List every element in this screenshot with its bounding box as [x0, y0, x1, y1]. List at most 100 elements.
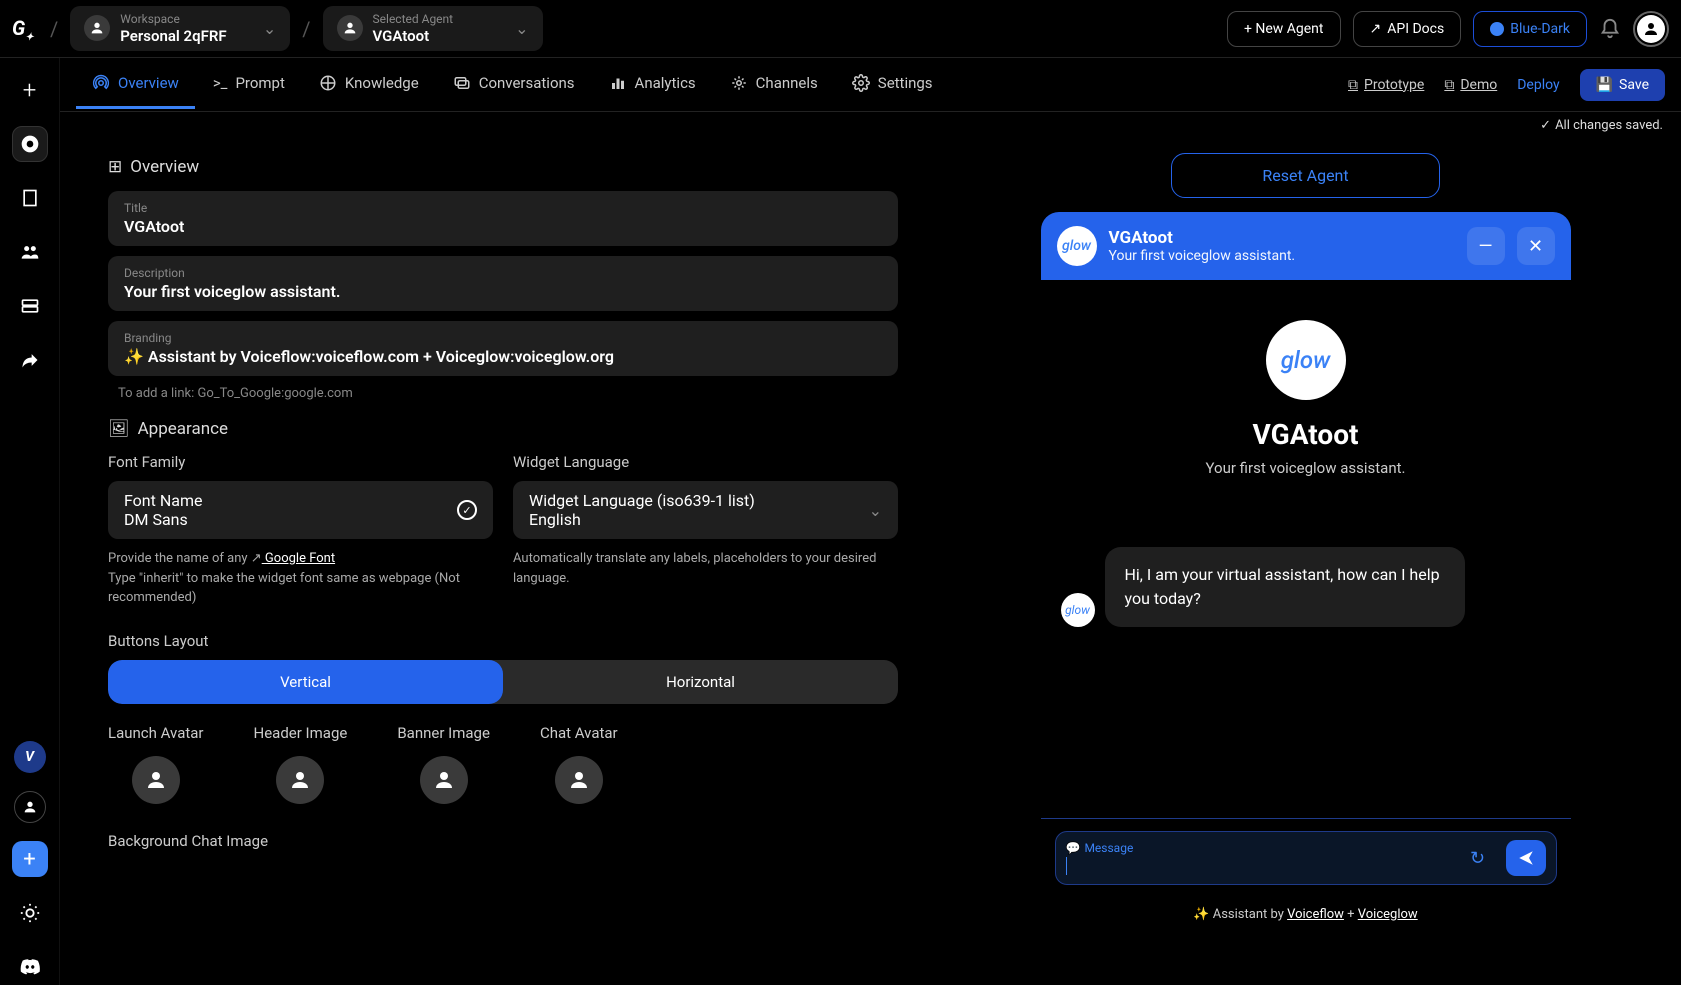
- appearance-heading: 🖼Appearance: [108, 419, 898, 439]
- text-cursor: [1066, 857, 1067, 875]
- chevron-down-icon: ⌄: [869, 501, 882, 520]
- branding-hint: To add a link: Go_To_Google:google.com: [118, 386, 898, 401]
- widget-language-field[interactable]: Widget Language (iso639-1 list) English …: [513, 481, 898, 539]
- chat-widget: glow VGAtoot Your first voiceglow assist…: [1041, 212, 1571, 932]
- glow-logo-large: glow: [1266, 320, 1346, 400]
- minimize-button[interactable]: —: [1467, 227, 1505, 265]
- terminal-icon: >_: [213, 74, 228, 92]
- tab-analytics[interactable]: Analytics: [593, 60, 712, 109]
- tab-channels[interactable]: Channels: [714, 60, 834, 109]
- chevron-down-icon: ⌄: [263, 19, 276, 38]
- user-icon: [84, 15, 110, 41]
- sidebar-item-building[interactable]: [12, 180, 48, 216]
- tab-knowledge[interactable]: Knowledge: [303, 60, 435, 109]
- save-status: ✓All changes saved.: [60, 112, 1681, 139]
- buttons-layout-heading: Buttons Layout: [108, 632, 898, 650]
- widget-language-heading: Widget Language: [513, 453, 898, 471]
- new-agent-button[interactable]: + New Agent: [1227, 11, 1341, 47]
- close-button[interactable]: ✕: [1517, 227, 1555, 265]
- voiceglow-link[interactable]: Voiceglow: [1358, 907, 1418, 922]
- notifications-icon[interactable]: [1599, 18, 1621, 40]
- external-icon: ⧉: [1444, 77, 1454, 93]
- external-icon: ⧉: [1348, 77, 1358, 93]
- google-font-link[interactable]: Google Font: [262, 551, 335, 566]
- banner-image-label: Banner Image: [397, 724, 490, 742]
- widget-subtitle: Your first voiceglow assistant.: [1109, 248, 1455, 264]
- tab-prompt[interactable]: >_Prompt: [197, 60, 301, 109]
- sidebar-item-users[interactable]: [12, 234, 48, 270]
- sidebar-item-discord[interactable]: [12, 949, 48, 985]
- widget-input-area: 💬Message ↻: [1041, 818, 1571, 897]
- workspace-selector[interactable]: Workspace Personal 2qFRF ⌄: [70, 6, 290, 50]
- save-button[interactable]: 💾Save: [1580, 69, 1665, 101]
- launch-avatar-label: Launch Avatar: [108, 724, 204, 742]
- sidebar-item-voiceflow[interactable]: V: [14, 741, 46, 773]
- tab-overview[interactable]: Overview: [76, 60, 195, 109]
- prototype-link[interactable]: ⧉Prototype: [1348, 77, 1424, 93]
- api-docs-button[interactable]: ↗ API Docs: [1353, 11, 1462, 47]
- launch-avatar-upload[interactable]: [132, 756, 180, 804]
- share-icon: ↗: [1370, 21, 1382, 37]
- font-help: Provide the name of any ↗ Google Font Ty…: [108, 549, 493, 608]
- theme-button[interactable]: Blue-Dark: [1473, 11, 1587, 47]
- image-icon: 🖼: [108, 419, 130, 439]
- chat-icon: 💬: [1066, 841, 1081, 855]
- tab-settings[interactable]: Settings: [836, 60, 949, 109]
- demo-link[interactable]: ⧉Demo: [1444, 77, 1497, 93]
- widget-title: VGAtoot: [1109, 228, 1455, 248]
- user-icon: [337, 15, 363, 41]
- header-image-upload[interactable]: [276, 756, 324, 804]
- check-circle-icon: ✓: [457, 500, 477, 520]
- sidebar: + V +: [0, 58, 60, 985]
- refresh-icon[interactable]: ↻: [1460, 840, 1496, 876]
- title-field[interactable]: Title VGAtoot: [108, 191, 898, 246]
- send-button[interactable]: [1506, 840, 1546, 876]
- workspace-value: Personal 2qFRF: [120, 27, 253, 45]
- grid-icon: ⊞: [108, 157, 122, 177]
- theme-dot-icon: [1490, 22, 1504, 36]
- share-icon: ↗: [251, 551, 262, 566]
- bot-avatar: glow: [1061, 593, 1095, 627]
- widget-footer: ✨ Assistant by Voiceflow + Voiceglow: [1041, 897, 1571, 932]
- form-pane: ⊞Overview Title VGAtoot Description Your…: [60, 139, 930, 985]
- voiceflow-link[interactable]: Voiceflow: [1287, 907, 1344, 922]
- widget-body: glow VGAtoot Your first voiceglow assist…: [1041, 280, 1571, 818]
- sidebar-item-server[interactable]: [12, 288, 48, 324]
- bot-message: Hi, I am your virtual assistant, how can…: [1105, 547, 1465, 627]
- chat-avatar-upload[interactable]: [555, 756, 603, 804]
- widget-hero-title: VGAtoot: [1061, 418, 1551, 451]
- agent-selector[interactable]: Selected Agent VGAtoot ⌄: [323, 6, 543, 50]
- add-icon[interactable]: +: [12, 72, 48, 108]
- agent-value: VGAtoot: [373, 27, 506, 45]
- app-logo[interactable]: G✦: [12, 16, 38, 42]
- profile-avatar[interactable]: [1633, 11, 1669, 47]
- layout-horizontal[interactable]: Horizontal: [503, 660, 898, 704]
- tab-conversations[interactable]: Conversations: [437, 60, 591, 109]
- topbar: G✦ / Workspace Personal 2qFRF ⌄ / Select…: [0, 0, 1681, 58]
- widget-hero-subtitle: Your first voiceglow assistant.: [1061, 459, 1551, 477]
- chat-message-row: glow Hi, I am your virtual assistant, ho…: [1061, 547, 1551, 627]
- language-help: Automatically translate any labels, plac…: [513, 549, 898, 588]
- font-name-field[interactable]: Font Name DM Sans ✓: [108, 481, 493, 539]
- layout-vertical[interactable]: Vertical: [108, 660, 503, 704]
- sidebar-item-profile[interactable]: [14, 791, 46, 823]
- breadcrumb-slash: /: [50, 17, 58, 41]
- chat-avatar-label: Chat Avatar: [540, 724, 618, 742]
- sidebar-item-chat[interactable]: [12, 126, 48, 162]
- reset-agent-button[interactable]: Reset Agent: [1171, 153, 1439, 198]
- header-image-label: Header Image: [254, 724, 348, 742]
- banner-image-upload[interactable]: [420, 756, 468, 804]
- branding-field[interactable]: Branding ✨ Assistant by Voiceflow:voicef…: [108, 321, 898, 376]
- workspace-label: Workspace: [120, 12, 253, 26]
- check-icon: ✓: [1540, 118, 1551, 133]
- sidebar-item-share[interactable]: [12, 342, 48, 378]
- sidebar-item-add-blue[interactable]: +: [12, 841, 48, 877]
- overview-heading: ⊞Overview: [108, 157, 898, 177]
- description-field[interactable]: Description Your first voiceglow assista…: [108, 256, 898, 311]
- sidebar-item-settings[interactable]: [12, 895, 48, 931]
- message-input[interactable]: 💬Message ↻: [1055, 831, 1557, 885]
- bg-chat-heading: Background Chat Image: [108, 832, 898, 850]
- tabs: Overview >_Prompt Knowledge Conversation…: [60, 58, 1681, 112]
- deploy-link[interactable]: Deploy: [1517, 77, 1559, 93]
- breadcrumb-slash-2: /: [302, 17, 310, 41]
